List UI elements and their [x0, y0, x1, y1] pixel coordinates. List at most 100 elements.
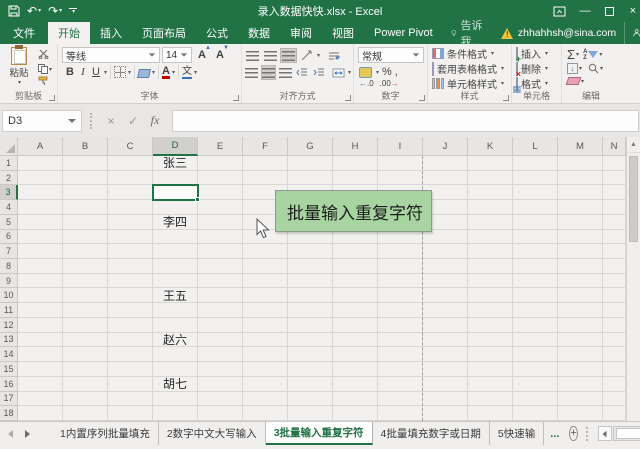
cell-D5[interactable]: 李四 [153, 215, 198, 230]
cell-H11[interactable] [333, 303, 378, 318]
merge-center-icon[interactable] [330, 65, 346, 80]
cell-C5[interactable] [108, 215, 153, 230]
cell-J13[interactable] [423, 333, 468, 348]
cell-M5[interactable] [558, 215, 603, 230]
cell-E16[interactable] [198, 377, 243, 392]
borders-icon[interactable] [114, 66, 126, 78]
cell-B17[interactable] [63, 392, 108, 407]
cell-K5[interactable] [468, 215, 513, 230]
cell-A9[interactable] [18, 274, 63, 289]
active-cell-selection[interactable] [152, 184, 199, 201]
tab-页面布局[interactable]: 页面布局 [132, 22, 196, 44]
top-align-icon[interactable] [244, 48, 261, 63]
cell-N10[interactable] [603, 288, 626, 303]
cell-H7[interactable] [333, 244, 378, 259]
cell-J12[interactable] [423, 318, 468, 333]
cell-L2[interactable] [513, 171, 558, 186]
row-header-15[interactable]: 15 [0, 362, 18, 377]
cell-L7[interactable] [513, 244, 558, 259]
redo-button[interactable]: ↷▾ [48, 5, 62, 17]
cell-A11[interactable] [18, 303, 63, 318]
cell-E9[interactable] [198, 274, 243, 289]
cell-L9[interactable] [513, 274, 558, 289]
cell-A3[interactable] [18, 185, 63, 200]
row-header-7[interactable]: 7 [0, 244, 18, 259]
horizontal-scrollbar[interactable] [613, 426, 640, 441]
cell-A14[interactable] [18, 347, 63, 362]
cell-F11[interactable] [243, 303, 288, 318]
cell-D9[interactable] [153, 274, 198, 289]
cell-G1[interactable] [288, 156, 333, 171]
cell-K13[interactable] [468, 333, 513, 348]
cell-L10[interactable] [513, 288, 558, 303]
cell-C1[interactable] [108, 156, 153, 171]
cell-G14[interactable] [288, 347, 333, 362]
row-header-18[interactable]: 18 [0, 406, 18, 421]
tab-审阅[interactable]: 审阅 [280, 22, 322, 44]
cell-A10[interactable] [18, 288, 63, 303]
cell-A18[interactable] [18, 406, 63, 421]
cell-L12[interactable] [513, 318, 558, 333]
cell-F9[interactable] [243, 274, 288, 289]
autosum-button[interactable]: Σ▾ [567, 48, 579, 61]
cell-I1[interactable] [378, 156, 423, 171]
cell-M4[interactable] [558, 200, 603, 215]
cell-E5[interactable] [198, 215, 243, 230]
styles-dialog-launcher-icon[interactable] [503, 95, 509, 101]
cell-N17[interactable] [603, 392, 626, 407]
accounting-dropdown-icon[interactable]: ▾ [376, 69, 379, 76]
cell-J9[interactable] [423, 274, 468, 289]
cell-B3[interactable] [63, 185, 108, 200]
cell-J17[interactable] [423, 392, 468, 407]
cell-G9[interactable] [288, 274, 333, 289]
name-box[interactable]: D3 [2, 110, 82, 132]
row-header-13[interactable]: 13 [0, 333, 18, 348]
cell-A1[interactable] [18, 156, 63, 171]
cell-F10[interactable] [243, 288, 288, 303]
cell-C7[interactable] [108, 244, 153, 259]
tab-Power Pivot[interactable]: Power Pivot [364, 22, 443, 44]
paste-button[interactable]: 粘贴 ▾ [5, 47, 33, 86]
cell-M11[interactable] [558, 303, 603, 318]
cell-M12[interactable] [558, 318, 603, 333]
cell-C8[interactable] [108, 259, 153, 274]
sheet-tab-5快速输[interactable]: 5快速输 [490, 422, 544, 445]
tab-公式[interactable]: 公式 [196, 22, 238, 44]
cell-K9[interactable] [468, 274, 513, 289]
cell-N6[interactable] [603, 230, 626, 245]
tab-数据[interactable]: 数据 [238, 22, 280, 44]
cell-B9[interactable] [63, 274, 108, 289]
cell-B8[interactable] [63, 259, 108, 274]
cell-J8[interactable] [423, 259, 468, 274]
cell-H18[interactable] [333, 406, 378, 421]
cell-E6[interactable] [198, 230, 243, 245]
cell-D15[interactable] [153, 362, 198, 377]
cell-N16[interactable] [603, 377, 626, 392]
cell-H1[interactable] [333, 156, 378, 171]
cell-N5[interactable] [603, 215, 626, 230]
cell-K10[interactable] [468, 288, 513, 303]
column-header-D[interactable]: D [153, 137, 198, 156]
cell-N8[interactable] [603, 259, 626, 274]
cell-C17[interactable] [108, 392, 153, 407]
cell-M14[interactable] [558, 347, 603, 362]
column-header-J[interactable]: J [423, 137, 468, 156]
borders-dropdown-icon[interactable]: ▾ [128, 69, 131, 76]
cell-E2[interactable] [198, 171, 243, 186]
cell-N18[interactable] [603, 406, 626, 421]
column-header-I[interactable]: I [378, 137, 423, 156]
close-button[interactable]: × [630, 5, 636, 17]
cell-K18[interactable] [468, 406, 513, 421]
cell-M1[interactable] [558, 156, 603, 171]
column-header-B[interactable]: B [63, 137, 108, 156]
cell-D4[interactable] [153, 200, 198, 215]
cell-C4[interactable] [108, 200, 153, 215]
cell-E17[interactable] [198, 392, 243, 407]
cell-K7[interactable] [468, 244, 513, 259]
cell-D11[interactable] [153, 303, 198, 318]
cell-N7[interactable] [603, 244, 626, 259]
cell-A7[interactable] [18, 244, 63, 259]
cell-B4[interactable] [63, 200, 108, 215]
cell-C15[interactable] [108, 362, 153, 377]
cell-I13[interactable] [378, 333, 423, 348]
